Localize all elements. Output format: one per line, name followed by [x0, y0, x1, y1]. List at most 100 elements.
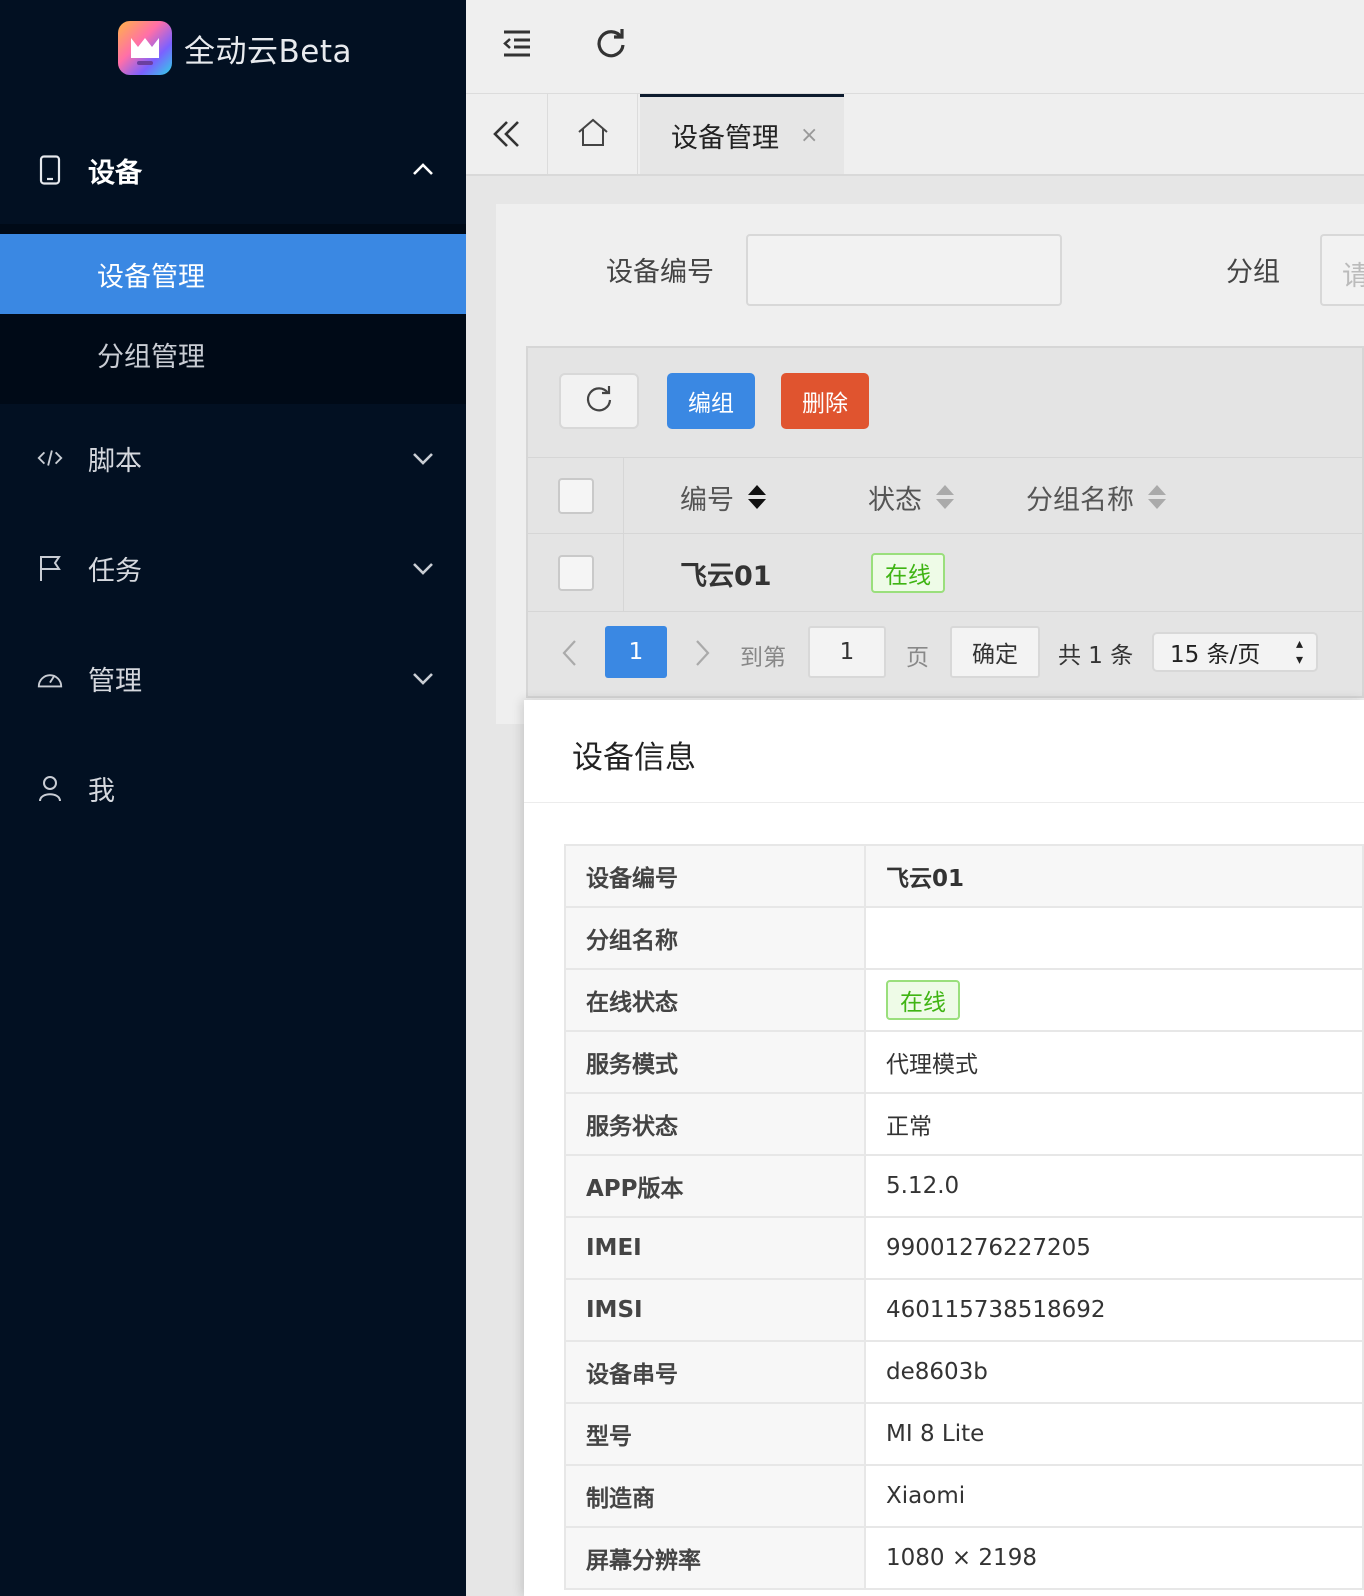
next-page-icon[interactable]: [690, 636, 714, 670]
tablet-icon: [36, 155, 64, 185]
group-filter-label: 分组: [1226, 257, 1280, 288]
sidebar-item-device-management[interactable]: 设备管理: [0, 234, 466, 314]
menu-fold-icon[interactable]: [500, 26, 534, 60]
pagination: 1 到第 1 页 确定 共 1 条 15 条/页: [528, 612, 1362, 696]
column-header-status[interactable]: 状态: [868, 478, 954, 517]
sidebar-item-manage[interactable]: 管理: [0, 638, 466, 718]
info-key: 制造商: [564, 1464, 866, 1528]
column-header-no[interactable]: 编号: [680, 478, 766, 517]
device-info-dialog: 设备信息 设备编号 飞云01 分组名称 在线状态 在线 服务模式 代理模式 服务状态正…: [524, 700, 1364, 1596]
refresh-icon: [583, 383, 615, 419]
sidebar-submenu-device: 设备管理 分组管理: [0, 224, 466, 404]
info-row: 设备编号 飞云01: [564, 844, 1364, 908]
code-icon: [36, 444, 64, 472]
column-header-label: 状态: [868, 485, 922, 516]
group-button[interactable]: 编组: [667, 373, 755, 429]
info-row: 服务状态 正常: [564, 1092, 1364, 1156]
info-row: 服务模式 代理模式: [564, 1030, 1364, 1094]
sidebar-item-label: 任务: [88, 555, 142, 587]
info-value: 99001276227205: [864, 1216, 1364, 1280]
info-key: 分组名称: [564, 906, 866, 970]
info-value: 1080 × 2198: [864, 1526, 1364, 1590]
goto-confirm-button[interactable]: 确定: [950, 626, 1040, 678]
info-key: APP版本: [564, 1154, 866, 1218]
info-value: [864, 906, 1364, 970]
device-no-input[interactable]: [746, 234, 1062, 306]
page-button-current[interactable]: 1: [605, 626, 667, 678]
table-header: 编号 状态 分组名称: [528, 458, 1362, 534]
info-row: IMSI 460115738518692: [564, 1278, 1364, 1342]
sidebar: 全动云Beta 设备 设备管理 分组管理 脚本 任务 管理 我: [0, 0, 466, 1596]
info-value: 460115738518692: [864, 1278, 1364, 1342]
info-key: 设备编号: [564, 844, 866, 908]
device-table: 编组 删除 编号 状态 分组名称 飞云01 在线 1 到第 1 页 确定 共 1…: [526, 346, 1364, 698]
tab-bar: 设备管理 ×: [466, 94, 1364, 176]
sidebar-item-label: 分组管理: [97, 341, 205, 373]
delete-button[interactable]: 删除: [781, 373, 869, 429]
info-value: MI 8 Lite: [864, 1402, 1364, 1466]
info-row: 分组名称: [564, 906, 1364, 970]
info-value: 5.12.0: [864, 1154, 1364, 1218]
info-key: 型号: [564, 1402, 866, 1466]
status-badge: 在线: [886, 980, 960, 1020]
double-left-icon[interactable]: [466, 94, 548, 174]
prev-page-icon[interactable]: [558, 636, 582, 670]
tab-device-management[interactable]: 设备管理 ×: [640, 94, 844, 174]
sidebar-item-device[interactable]: 设备: [0, 130, 466, 210]
flag-icon: [36, 554, 64, 582]
device-panel: 设备编号 分组 请选择 编组 删除 编号: [496, 204, 1364, 724]
info-row: 在线状态 在线: [564, 968, 1364, 1032]
info-row: 设备串号 de8603b: [564, 1340, 1364, 1404]
app-title: 全动云Beta: [184, 33, 352, 70]
table-row[interactable]: 飞云01 在线: [528, 534, 1362, 612]
sidebar-item-me[interactable]: 我: [0, 748, 466, 828]
sidebar-item-label: 我: [88, 775, 115, 807]
page-size-value: 15 条/页: [1170, 642, 1261, 668]
cell-device-no[interactable]: 飞云01: [680, 554, 772, 593]
header: [466, 0, 1364, 94]
page-size-select[interactable]: 15 条/页: [1152, 632, 1318, 672]
info-row: APP版本 5.12.0: [564, 1154, 1364, 1218]
sort-icon[interactable]: [1148, 484, 1166, 511]
sidebar-item-script[interactable]: 脚本: [0, 418, 466, 498]
user-icon: [36, 774, 64, 802]
info-row: 屏幕分辨率 1080 × 2198: [564, 1526, 1364, 1590]
sort-icon[interactable]: [936, 484, 954, 511]
divider: [524, 802, 1364, 803]
info-value: 飞云01: [864, 844, 1364, 908]
info-row: 型号 MI 8 Lite: [564, 1402, 1364, 1466]
reload-icon[interactable]: [594, 26, 628, 60]
info-value: Xiaomi: [864, 1464, 1364, 1528]
column-header-group[interactable]: 分组名称: [1026, 478, 1166, 517]
goto-page-input[interactable]: 1: [808, 626, 886, 678]
app-logo-icon: [118, 21, 172, 75]
info-key: 在线状态: [564, 968, 866, 1032]
chevron-down-icon: [410, 555, 436, 581]
sidebar-item-group-management[interactable]: 分组管理: [0, 314, 466, 394]
chevron-down-icon: [410, 445, 436, 471]
row-checkbox[interactable]: [558, 555, 594, 591]
app-logo[interactable]: 全动云Beta: [118, 20, 352, 76]
info-key: 屏幕分辨率: [564, 1526, 866, 1590]
info-key: 服务状态: [564, 1092, 866, 1156]
refresh-button[interactable]: [559, 373, 639, 429]
close-icon[interactable]: ×: [800, 123, 818, 148]
tab-home[interactable]: [548, 94, 638, 174]
sidebar-item-label: 设备管理: [97, 261, 205, 293]
sidebar-item-label: 脚本: [88, 445, 142, 477]
device-no-label: 设备编号: [606, 257, 714, 288]
total-count: 共 1 条: [1058, 643, 1134, 669]
status-badge: 在线: [871, 553, 945, 593]
info-value: de8603b: [864, 1340, 1364, 1404]
group-select-placeholder: 请选择: [1342, 254, 1364, 293]
column-header-label: 编号: [680, 485, 734, 516]
group-select[interactable]: 请选择: [1320, 234, 1364, 306]
sort-icon[interactable]: [748, 484, 766, 511]
info-key: IMEI: [564, 1216, 866, 1280]
sidebar-item-task[interactable]: 任务: [0, 528, 466, 608]
dialog-title: 设备信息: [572, 740, 696, 776]
page-unit-label: 页: [906, 645, 929, 671]
info-row: IMEI 99001276227205: [564, 1216, 1364, 1280]
select-all-checkbox[interactable]: [558, 478, 594, 514]
info-value-cell: 在线: [864, 968, 1364, 1032]
